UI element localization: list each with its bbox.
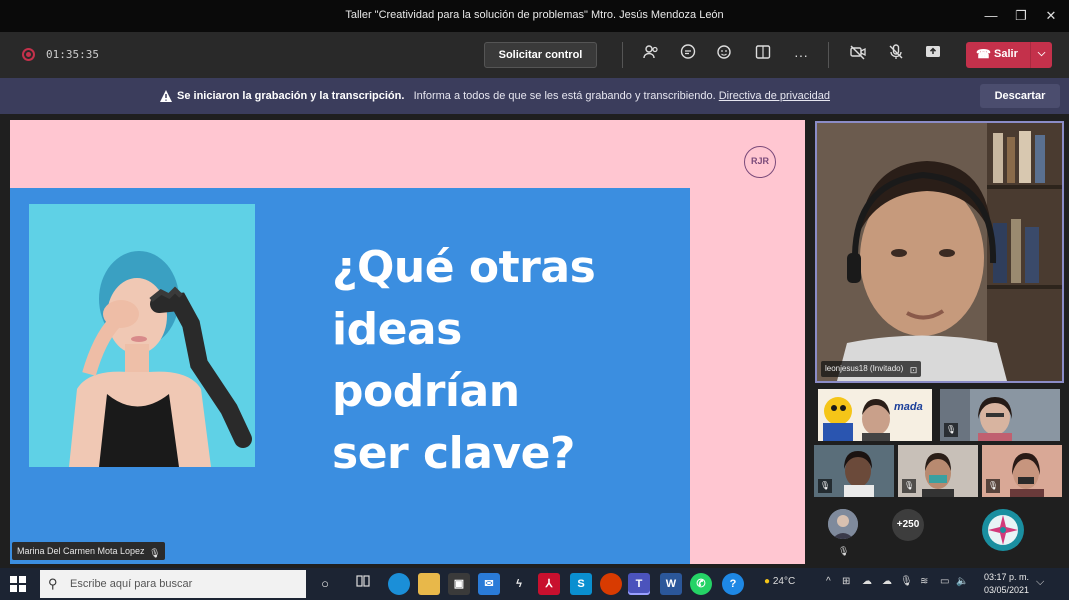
tray-onedrive-icon[interactable]: ☁ — [882, 576, 892, 587]
recording-banner: Se iniciaron la grabación y la transcrip… — [0, 78, 1069, 114]
maximize-button[interactable]: ❐ — [1006, 4, 1036, 28]
banner-bold-text: Se iniciaron la grabación y la transcrip… — [177, 90, 405, 102]
weather-widget[interactable]: ● 24°C — [764, 576, 795, 587]
office-icon[interactable] — [600, 573, 622, 595]
slide-headline: ¿Qué otras ideas podrían ser clave? — [332, 237, 692, 485]
participants-icon[interactable] — [639, 43, 663, 67]
headline-line: ser clave? — [332, 428, 575, 479]
window-title: Taller "Creatividad para la solución de … — [345, 9, 724, 21]
mail-icon[interactable]: ✉ — [478, 573, 500, 595]
toolbar-divider — [828, 42, 829, 68]
reactions-icon[interactable] — [713, 43, 737, 67]
breakout-rooms-icon[interactable] — [751, 43, 775, 67]
taskbar-clock[interactable]: 03:17 p. m. 03/05/2021 — [973, 571, 1029, 597]
headline-line: ¿Qué otras — [332, 242, 596, 293]
volume-icon[interactable]: 🔈 — [956, 576, 968, 587]
title-bar: Taller "Creatividad para la solución de … — [0, 0, 1069, 32]
overflow-participants-count[interactable]: +250 — [892, 509, 924, 541]
clock-date: 03/05/2021 — [983, 585, 1029, 595]
headline-line: podrían — [332, 366, 520, 417]
request-control-button[interactable]: Solicitar control — [484, 42, 597, 68]
participant-tile-feed — [818, 389, 932, 441]
participant-tile[interactable]: 🎙 — [814, 445, 894, 497]
mic-muted-icon: 🎙 — [944, 423, 958, 437]
warning-icon — [160, 90, 172, 102]
clock-time: 03:17 p. m. — [983, 572, 1029, 582]
word-icon[interactable]: W — [660, 573, 682, 595]
cortana-icon[interactable]: ○ — [314, 573, 336, 595]
phone-hangup-icon: ☎ — [976, 47, 991, 61]
close-button[interactable]: ✕ — [1036, 4, 1066, 28]
more-options-icon[interactable]: ··· — [789, 43, 813, 67]
pin-icon[interactable]: ⊡ — [910, 362, 918, 378]
tray-cloud-icon[interactable]: ☁ — [862, 576, 872, 587]
camera-off-icon[interactable] — [846, 43, 870, 67]
mic-muted-icon: 🎙 — [986, 479, 1000, 493]
store-bag-icon[interactable]: ▣ — [448, 573, 470, 595]
participant-tile[interactable]: 🎙 — [898, 445, 978, 497]
participant-video-feed — [817, 123, 1062, 381]
chat-icon[interactable] — [676, 43, 700, 67]
windows-taskbar: ⚲ Escribe aquí para buscar ○ ▣ ✉ ϟ ⅄ S T… — [0, 568, 1069, 600]
weather-temperature: 24°C — [772, 576, 796, 587]
participant-logo-tile[interactable] — [974, 504, 1032, 556]
search-icon: ⚲ — [48, 576, 58, 591]
meeting-toolbar: 01:35:35 Solicitar control ··· ☎ Salir ⌵ — [0, 32, 1069, 78]
mic-off-icon[interactable] — [884, 43, 908, 67]
participant-avatar[interactable] — [828, 509, 858, 539]
privacy-policy-link[interactable]: Directiva de privacidad — [719, 90, 830, 102]
battery-icon[interactable]: ▭ — [940, 576, 949, 587]
participant-tile[interactable]: mada — [818, 389, 932, 441]
shared-content-stage: RJR ¿Qué otras ideas podrían ser clave? … — [10, 120, 805, 564]
whatsapp-icon[interactable]: ✆ — [690, 573, 712, 595]
tile-brand-text: mada — [894, 401, 923, 413]
store-app-icon[interactable]: S — [570, 573, 592, 595]
tray-microphone-icon[interactable]: 🎙 — [900, 576, 913, 587]
wifi-icon[interactable]: ≋ — [920, 576, 928, 587]
search-placeholder: Escribe aquí para buscar — [70, 578, 193, 590]
teams-taskbar-icon[interactable]: T — [628, 573, 650, 595]
acrobat-reader-icon[interactable]: ⅄ — [538, 573, 560, 595]
presenter-name-tag: Marina Del Carmen Mota Lopez 🎙 — [12, 542, 165, 560]
avatar-mic-muted-icon: 🎙 — [838, 546, 850, 556]
meeting-timer: 01:35:35 — [46, 48, 99, 61]
participant-tile-feed — [940, 389, 1060, 441]
participant-name: leonjesus18 (Invitado) — [825, 364, 904, 373]
leave-label: Salir — [994, 48, 1018, 60]
show-hidden-icons-chevron-icon[interactable]: ^ — [826, 576, 831, 587]
mic-muted-icon: 🎙 — [902, 479, 916, 493]
teams-meeting-window: Taller "Creatividad para la solución de … — [0, 0, 1069, 600]
weather-sun-icon: ● — [764, 576, 771, 587]
presenter-mic-icon: 🎙 — [149, 548, 161, 558]
notifications-chevron-icon[interactable]: ⌵ — [1036, 576, 1044, 589]
headline-line: ideas — [332, 304, 462, 355]
minimize-button[interactable]: — — [976, 4, 1006, 28]
participant-video-main[interactable]: leonjesus18 (Invitado) ⊡ — [815, 121, 1064, 383]
windows-start-icon[interactable] — [10, 576, 26, 592]
banner-text: Informa a todos de que se les está graba… — [413, 90, 716, 102]
mic-muted-icon: 🎙 — [818, 479, 832, 493]
recording-icon — [22, 48, 35, 61]
presenter-name: Marina Del Carmen Mota Lopez — [17, 546, 145, 556]
edge-browser-icon[interactable] — [388, 573, 410, 595]
help-icon[interactable]: ? — [722, 573, 744, 595]
toolbar-divider — [622, 42, 623, 68]
leave-options-chevron-icon[interactable]: ⌵ — [1030, 42, 1052, 68]
participant-tile[interactable]: 🎙 — [982, 445, 1062, 497]
dismiss-button[interactable]: Descartar — [980, 84, 1060, 108]
file-explorer-icon[interactable] — [418, 573, 440, 595]
taskbar-search-box[interactable]: ⚲ Escribe aquí para buscar — [40, 570, 306, 598]
avatar-image — [828, 509, 858, 539]
leave-button[interactable]: ☎ Salir ⌵ — [966, 42, 1052, 68]
share-screen-icon[interactable] — [921, 43, 945, 67]
slide-logo: RJR — [744, 146, 776, 178]
tray-app-icon[interactable]: ⊞ — [842, 576, 850, 587]
participant-name-tag: leonjesus18 (Invitado) ⊡ — [821, 361, 922, 378]
participant-tile[interactable]: 🎙 — [940, 389, 1060, 441]
task-view-icon[interactable] — [352, 573, 374, 595]
banner-message: Se iniciaron la grabación y la transcrip… — [177, 90, 830, 102]
slide-photo — [29, 204, 255, 467]
lightning-app-icon[interactable]: ϟ — [508, 573, 530, 595]
